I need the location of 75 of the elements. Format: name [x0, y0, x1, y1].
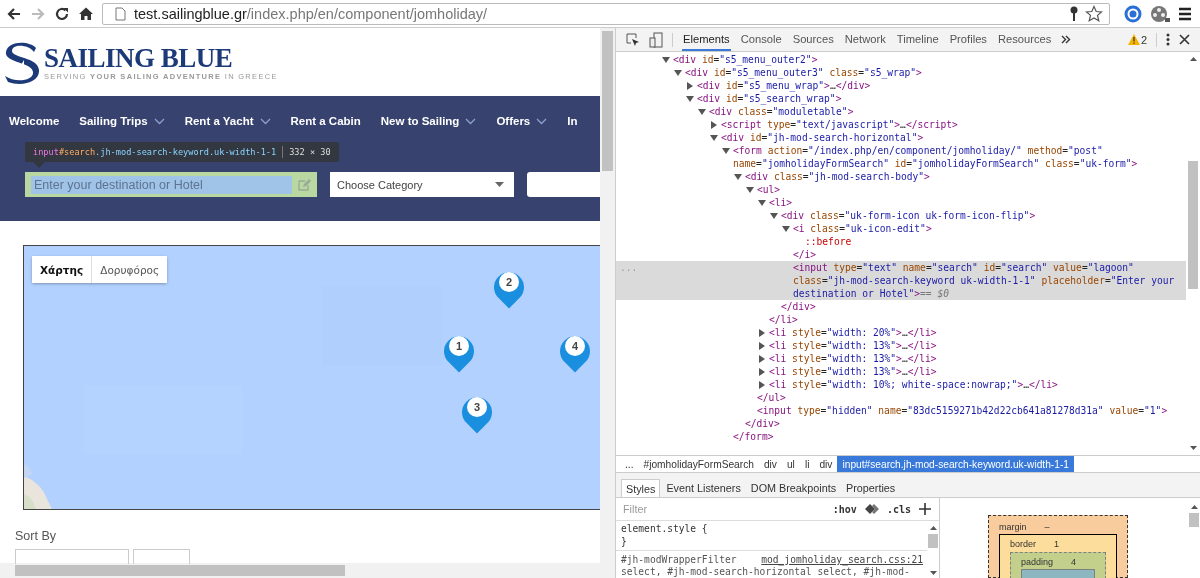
- dom-node[interactable]: <div id="s5_menu_wrap">…</div>: [697, 79, 871, 92]
- breadcrumb[interactable]: #jomholidayFormSearch: [638, 456, 759, 472]
- box-value: 1: [1054, 538, 1060, 549]
- breadcrumb[interactable]: div: [814, 456, 838, 472]
- category-select[interactable]: Choose Category: [330, 172, 514, 197]
- closing-tag[interactable]: </form>: [733, 430, 774, 443]
- dom-node[interactable]: <input type="hidden" name="83dc5159271b42d22cb641a81278d31a" value="1">: [757, 404, 1168, 417]
- warning-count[interactable]: 2: [1140, 33, 1147, 46]
- devtools-tab[interactable]: Sources: [791, 28, 835, 51]
- rule-selector: element.style {: [621, 522, 709, 535]
- dom-node[interactable]: <script type="text/javascript">…</script>: [721, 118, 958, 131]
- box-label: padding: [1021, 556, 1054, 567]
- sort-label: Sort By: [15, 529, 57, 543]
- devtools-tab[interactable]: Resources: [996, 28, 1053, 51]
- rule-selector: select, #jh-mod-search-horizontal select, #jh-mod-: [621, 566, 911, 578]
- dom-node[interactable]: <form action="/index.php/en/component/jomholiday/" method="post" name="jomholidayFormSearch" id="jomholidayFormSearch" class="uk-form">: [733, 144, 1182, 170]
- dom-node[interactable]: <div class="moduletable">: [709, 105, 854, 118]
- breadcrumb[interactable]: ul: [781, 456, 800, 472]
- dom-node[interactable]: <li style="width: 13%">…</li>: [769, 352, 937, 365]
- row-marker: ...: [620, 261, 638, 274]
- dom-node[interactable]: ::before: [805, 235, 852, 248]
- pane-tab[interactable]: Properties: [842, 479, 900, 497]
- dom-node[interactable]: <li>: [769, 196, 793, 209]
- rule-selector: #jh-modWrapperFilter: [621, 553, 737, 566]
- dom-node[interactable]: <div id="s5_menu_outer2">: [673, 53, 818, 66]
- nav-item[interactable]: Welcome: [9, 115, 60, 127]
- devtools-tab[interactable]: Console: [739, 28, 783, 51]
- dom-node[interactable]: <div class="jh-mod-search-body">: [745, 170, 930, 183]
- hover-state-button[interactable]: :hov: [832, 503, 857, 515]
- dom-node[interactable]: <div class="uk-form-icon uk-form-icon-flip">: [781, 209, 1036, 222]
- breadcrumb[interactable]: ...: [620, 456, 639, 472]
- nav-item[interactable]: Rent a Yacht: [184, 115, 271, 127]
- dom-node[interactable]: <div id="s5_menu_outer3" class="s5_wrap">: [685, 66, 922, 79]
- dom-node[interactable]: <i class="uk-icon-edit">: [793, 222, 932, 235]
- pane-tab[interactable]: Styles: [621, 479, 661, 497]
- source-link[interactable]: mod_jomholiday_search.css:21: [761, 553, 923, 566]
- box-value: 4: [1071, 556, 1077, 567]
- dom-node[interactable]: <div id="jh-mod-search-horizontal">: [721, 131, 924, 144]
- dom-node[interactable]: <input type="text" name="search" id="search" value="lagoon" class="jh-mod-search-keyword uk-width-1-1" placeholder="Enter your destination or Hotel">== $0: [793, 261, 1182, 300]
- pane-tab[interactable]: DOM Breakpoints: [746, 479, 841, 497]
- dom-node[interactable]: <ul>: [757, 183, 781, 196]
- closing-tag[interactable]: </ul>: [757, 391, 786, 404]
- class-toggle-button[interactable]: .cls: [886, 503, 911, 515]
- closing-tag[interactable]: </div>: [745, 417, 780, 430]
- dom-node[interactable]: <li style="width: 10%; white-space:nowrap;">…</li>: [769, 378, 1058, 391]
- box-value: –: [1044, 521, 1050, 532]
- search-field[interactable]: Enter your destination or Hotel: [25, 172, 317, 197]
- map-type-tab[interactable]: Χάρτης: [32, 256, 93, 283]
- nav-item[interactable]: In: [567, 115, 578, 127]
- devtools-tab[interactable]: Timeline: [895, 28, 940, 51]
- breadcrumb[interactable]: li: [799, 456, 815, 472]
- dom-node[interactable]: <li style="width: 13%">…</li>: [769, 339, 937, 352]
- devtools-tab[interactable]: Elements: [682, 28, 731, 51]
- devtools-tab[interactable]: Profiles: [948, 28, 988, 51]
- closing-tag[interactable]: </div>: [781, 300, 816, 313]
- nav-item[interactable]: Sailing Trips: [79, 115, 165, 127]
- closing-tag[interactable]: </i>: [793, 248, 817, 261]
- breadcrumb[interactable]: div: [758, 456, 782, 472]
- pane-tab[interactable]: Event Listeners: [662, 479, 745, 497]
- address-bar[interactable]: test.sailingblue.gr/index.php/en/component/jomholiday/: [102, 2, 1110, 25]
- closing-tag[interactable]: </li>: [769, 313, 798, 326]
- box-label: margin: [999, 521, 1027, 532]
- breadcrumb[interactable]: input#search.jh-mod-search-keyword.uk-width-1-1: [837, 456, 1074, 472]
- inspect-tooltip: input#search.jh-mod-search-keyword.uk-width-1-1 332 × 30: [25, 142, 339, 162]
- nav-item[interactable]: Offers: [496, 115, 548, 127]
- map-type-tab[interactable]: Δορυφόρος: [92, 256, 168, 283]
- nav-item[interactable]: Rent a Cabin: [290, 115, 361, 127]
- dom-node[interactable]: <li style="width: 20%">…</li>: [769, 326, 937, 339]
- logo-name: SAILING BLUE: [44, 43, 234, 72]
- box-label: border: [1010, 538, 1036, 549]
- dom-node[interactable]: <li style="width: 13%">…</li>: [769, 365, 937, 378]
- devtools-tab[interactable]: Network: [843, 28, 887, 51]
- nav-item[interactable]: New to Sailing: [380, 115, 477, 127]
- dom-node[interactable]: <div id="s5_search_wrap">: [697, 92, 842, 105]
- rule-brace: }: [621, 535, 628, 548]
